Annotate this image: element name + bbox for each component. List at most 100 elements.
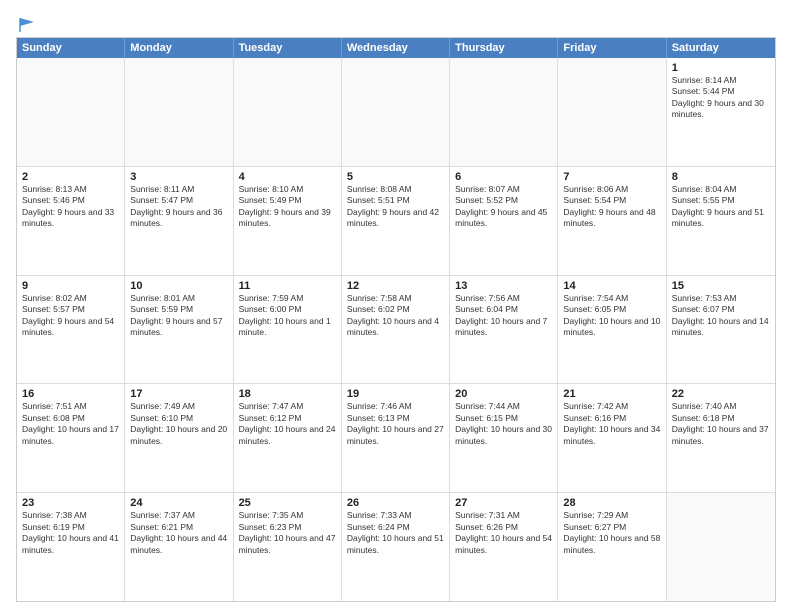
calendar-cell-1-6: 8Sunrise: 8:04 AM Sunset: 5:55 PM Daylig… [667,167,775,275]
day-number: 22 [672,388,770,400]
day-info: Sunrise: 7:51 AM Sunset: 6:08 PM Dayligh… [22,401,119,447]
day-number: 11 [239,280,336,292]
day-info: Sunrise: 8:10 AM Sunset: 5:49 PM Dayligh… [239,184,336,230]
calendar-cell-3-0: 16Sunrise: 7:51 AM Sunset: 6:08 PM Dayli… [17,384,125,492]
logo [16,16,36,31]
calendar-row-2: 9Sunrise: 8:02 AM Sunset: 5:57 PM Daylig… [17,276,775,385]
day-number: 9 [22,280,119,292]
page: SundayMondayTuesdayWednesdayThursdayFrid… [0,0,792,612]
day-number: 5 [347,171,444,183]
calendar-cell-1-0: 2Sunrise: 8:13 AM Sunset: 5:46 PM Daylig… [17,167,125,275]
calendar-cell-4-5: 28Sunrise: 7:29 AM Sunset: 6:27 PM Dayli… [558,493,666,601]
day-number: 16 [22,388,119,400]
day-number: 24 [130,497,227,509]
day-info: Sunrise: 7:47 AM Sunset: 6:12 PM Dayligh… [239,401,336,447]
calendar-cell-3-4: 20Sunrise: 7:44 AM Sunset: 6:15 PM Dayli… [450,384,558,492]
calendar-cell-4-2: 25Sunrise: 7:35 AM Sunset: 6:23 PM Dayli… [234,493,342,601]
day-info: Sunrise: 7:56 AM Sunset: 6:04 PM Dayligh… [455,293,552,339]
day-number: 3 [130,171,227,183]
day-number: 27 [455,497,552,509]
calendar-header-tuesday: Tuesday [234,38,342,58]
day-number: 18 [239,388,336,400]
calendar-cell-4-6 [667,493,775,601]
calendar-header-wednesday: Wednesday [342,38,450,58]
day-number: 6 [455,171,552,183]
day-info: Sunrise: 8:02 AM Sunset: 5:57 PM Dayligh… [22,293,119,339]
calendar-cell-0-0 [17,58,125,166]
day-info: Sunrise: 7:44 AM Sunset: 6:15 PM Dayligh… [455,401,552,447]
calendar-cell-1-4: 6Sunrise: 8:07 AM Sunset: 5:52 PM Daylig… [450,167,558,275]
calendar-cell-2-4: 13Sunrise: 7:56 AM Sunset: 6:04 PM Dayli… [450,276,558,384]
day-number: 1 [672,62,770,74]
calendar-cell-0-2 [234,58,342,166]
calendar-header-saturday: Saturday [667,38,775,58]
calendar-cell-0-4 [450,58,558,166]
day-info: Sunrise: 7:29 AM Sunset: 6:27 PM Dayligh… [563,510,660,556]
calendar-header-sunday: Sunday [17,38,125,58]
calendar-cell-1-2: 4Sunrise: 8:10 AM Sunset: 5:49 PM Daylig… [234,167,342,275]
calendar-cell-2-1: 10Sunrise: 8:01 AM Sunset: 5:59 PM Dayli… [125,276,233,384]
day-number: 14 [563,280,660,292]
logo-flag-icon [18,16,36,34]
day-info: Sunrise: 7:58 AM Sunset: 6:02 PM Dayligh… [347,293,444,339]
day-info: Sunrise: 7:59 AM Sunset: 6:00 PM Dayligh… [239,293,336,339]
day-info: Sunrise: 8:08 AM Sunset: 5:51 PM Dayligh… [347,184,444,230]
day-info: Sunrise: 7:42 AM Sunset: 6:16 PM Dayligh… [563,401,660,447]
calendar-header-friday: Friday [558,38,666,58]
header [16,12,776,31]
day-number: 2 [22,171,119,183]
calendar-cell-0-6: 1Sunrise: 8:14 AM Sunset: 5:44 PM Daylig… [667,58,775,166]
calendar-header: SundayMondayTuesdayWednesdayThursdayFrid… [17,38,775,58]
day-number: 20 [455,388,552,400]
day-number: 26 [347,497,444,509]
day-number: 4 [239,171,336,183]
calendar-cell-1-1: 3Sunrise: 8:11 AM Sunset: 5:47 PM Daylig… [125,167,233,275]
calendar-row-1: 2Sunrise: 8:13 AM Sunset: 5:46 PM Daylig… [17,167,775,276]
day-number: 19 [347,388,444,400]
calendar-cell-1-3: 5Sunrise: 8:08 AM Sunset: 5:51 PM Daylig… [342,167,450,275]
calendar-row-0: 1Sunrise: 8:14 AM Sunset: 5:44 PM Daylig… [17,58,775,167]
calendar-header-monday: Monday [125,38,233,58]
day-number: 23 [22,497,119,509]
calendar-cell-0-1 [125,58,233,166]
calendar-cell-3-6: 22Sunrise: 7:40 AM Sunset: 6:18 PM Dayli… [667,384,775,492]
day-number: 7 [563,171,660,183]
calendar-cell-2-5: 14Sunrise: 7:54 AM Sunset: 6:05 PM Dayli… [558,276,666,384]
calendar-cell-3-5: 21Sunrise: 7:42 AM Sunset: 6:16 PM Dayli… [558,384,666,492]
day-number: 13 [455,280,552,292]
calendar-cell-3-3: 19Sunrise: 7:46 AM Sunset: 6:13 PM Dayli… [342,384,450,492]
calendar-row-3: 16Sunrise: 7:51 AM Sunset: 6:08 PM Dayli… [17,384,775,493]
day-number: 17 [130,388,227,400]
day-info: Sunrise: 8:01 AM Sunset: 5:59 PM Dayligh… [130,293,227,339]
calendar-row-4: 23Sunrise: 7:38 AM Sunset: 6:19 PM Dayli… [17,493,775,601]
calendar-body: 1Sunrise: 8:14 AM Sunset: 5:44 PM Daylig… [17,58,775,601]
calendar-cell-0-5 [558,58,666,166]
calendar-header-thursday: Thursday [450,38,558,58]
day-info: Sunrise: 7:38 AM Sunset: 6:19 PM Dayligh… [22,510,119,556]
calendar-cell-2-2: 11Sunrise: 7:59 AM Sunset: 6:00 PM Dayli… [234,276,342,384]
day-info: Sunrise: 7:33 AM Sunset: 6:24 PM Dayligh… [347,510,444,556]
calendar-cell-0-3 [342,58,450,166]
calendar-cell-1-5: 7Sunrise: 8:06 AM Sunset: 5:54 PM Daylig… [558,167,666,275]
day-info: Sunrise: 7:37 AM Sunset: 6:21 PM Dayligh… [130,510,227,556]
day-info: Sunrise: 8:07 AM Sunset: 5:52 PM Dayligh… [455,184,552,230]
day-info: Sunrise: 7:54 AM Sunset: 6:05 PM Dayligh… [563,293,660,339]
calendar-cell-2-3: 12Sunrise: 7:58 AM Sunset: 6:02 PM Dayli… [342,276,450,384]
day-number: 25 [239,497,336,509]
calendar-cell-2-6: 15Sunrise: 7:53 AM Sunset: 6:07 PM Dayli… [667,276,775,384]
calendar-cell-2-0: 9Sunrise: 8:02 AM Sunset: 5:57 PM Daylig… [17,276,125,384]
day-number: 12 [347,280,444,292]
day-info: Sunrise: 7:53 AM Sunset: 6:07 PM Dayligh… [672,293,770,339]
calendar: SundayMondayTuesdayWednesdayThursdayFrid… [16,37,776,602]
day-info: Sunrise: 7:46 AM Sunset: 6:13 PM Dayligh… [347,401,444,447]
day-info: Sunrise: 7:31 AM Sunset: 6:26 PM Dayligh… [455,510,552,556]
day-info: Sunrise: 7:35 AM Sunset: 6:23 PM Dayligh… [239,510,336,556]
calendar-cell-3-1: 17Sunrise: 7:49 AM Sunset: 6:10 PM Dayli… [125,384,233,492]
day-number: 15 [672,280,770,292]
calendar-cell-4-1: 24Sunrise: 7:37 AM Sunset: 6:21 PM Dayli… [125,493,233,601]
calendar-cell-4-4: 27Sunrise: 7:31 AM Sunset: 6:26 PM Dayli… [450,493,558,601]
calendar-cell-4-3: 26Sunrise: 7:33 AM Sunset: 6:24 PM Dayli… [342,493,450,601]
day-number: 10 [130,280,227,292]
day-number: 21 [563,388,660,400]
day-number: 28 [563,497,660,509]
